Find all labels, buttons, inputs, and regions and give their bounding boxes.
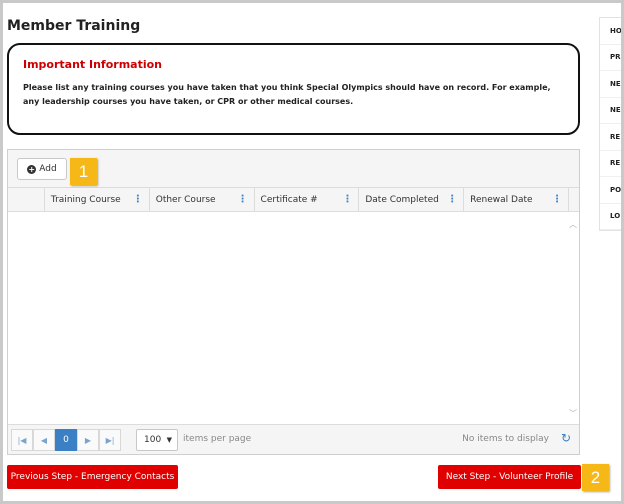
column-header-training-course[interactable]: Training Course ⋮ [45,188,150,212]
page-size-select[interactable]: 100 ▼ [136,429,178,451]
side-nav-item[interactable]: NE [600,71,621,98]
page-title: Member Training [7,18,141,34]
column-header-date-completed[interactable]: Date Completed ⋮ [359,188,465,212]
callout-badge-2: 2 [582,464,609,491]
column-menu-icon[interactable]: ⋮ [447,195,457,205]
column-label: Renewal Date [470,195,533,205]
empty-message: No items to display [462,434,549,444]
items-per-page-label: items per page [183,434,252,444]
next-step-button[interactable]: Next Step - Volunteer Profile [438,465,581,489]
grid-toolbar: + Add 1 [8,150,579,188]
side-nav-item[interactable]: PO [600,177,621,204]
important-info-box: Important Information Please list any tr… [7,43,580,135]
side-nav-item[interactable]: RE [600,124,621,151]
select-column-header [8,188,45,212]
side-nav-item[interactable]: LO [600,204,621,230]
column-menu-icon[interactable]: ⋮ [238,195,248,205]
grid-header: Training Course ⋮ Other Course ⋮ Certifi… [8,188,579,212]
add-button[interactable]: + Add [17,158,67,180]
column-header-certificate[interactable]: Certificate # ⋮ [255,188,360,212]
scroll-up-icon[interactable]: ︿ [569,219,577,230]
training-grid: + Add 1 Training Course ⋮ Other Course ⋮… [7,149,580,455]
app-frame: Member Training Important Information Pl… [3,3,621,501]
info-text: Please list any training courses you hav… [23,83,551,106]
side-nav-item[interactable]: NE [600,98,621,124]
column-label: Training Course [50,195,121,205]
grid-body: ︿ ﹀ [8,213,579,425]
column-menu-icon[interactable]: ⋮ [133,195,143,205]
prev-page-icon[interactable]: ◀ [33,429,55,451]
first-page-icon[interactable]: |◀ [11,429,33,451]
column-header-other-course[interactable]: Other Course ⋮ [150,188,255,212]
refresh-icon[interactable]: ↻ [561,431,571,445]
page-size-value: 100 [144,435,162,445]
side-nav-item[interactable]: PR [600,45,621,71]
column-label: Date Completed [365,195,439,205]
last-page-icon[interactable]: ▶| [99,429,121,451]
previous-step-button[interactable]: Previous Step - Emergency Contacts [7,465,178,489]
column-menu-icon[interactable]: ⋮ [342,195,352,205]
column-label: Certificate # [260,195,318,205]
plus-circle-icon: + [27,164,37,174]
side-nav-item[interactable]: HO [600,18,621,45]
side-nav-item[interactable]: RE [600,151,621,177]
add-button-label: Add [39,164,57,174]
side-nav: HO PR NE NE RE RE PO LO [599,17,621,231]
scroll-down-icon[interactable]: ﹀ [569,408,577,419]
info-title: Important Information [23,58,163,71]
next-page-icon[interactable]: ▶ [77,429,99,451]
grid-pager: |◀ ◀ 0 ▶ ▶| 100 ▼ items per page No item… [8,424,579,454]
grid-scrollbar[interactable]: ︿ ﹀ [567,213,579,425]
column-label: Other Course [155,195,216,205]
caret-down-icon: ▼ [166,436,172,444]
column-menu-icon[interactable]: ⋮ [552,195,562,205]
current-page-button[interactable]: 0 [55,429,77,451]
column-header-renewal-date[interactable]: Renewal Date ⋮ [464,188,569,212]
header-scroll-gap [569,188,579,212]
callout-badge-1: 1 [70,158,97,185]
